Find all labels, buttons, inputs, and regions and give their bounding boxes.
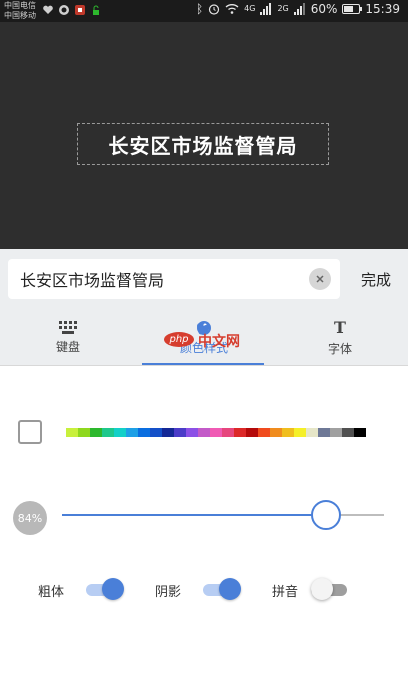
clear-button[interactable] xyxy=(309,268,331,290)
done-button[interactable]: 完成 xyxy=(352,268,400,290)
watermark-badge: php xyxy=(164,332,194,347)
carrier-info: 中国电信 中国移动 xyxy=(4,1,36,21)
toggle-knob xyxy=(102,578,124,600)
color-swatch[interactable] xyxy=(114,428,126,437)
pinyin-toggle[interactable] xyxy=(311,578,351,600)
watermark-text: 中文网 xyxy=(198,334,240,350)
bold-label: 粗体 xyxy=(38,585,65,600)
tab-font[interactable]: T 字体 xyxy=(272,309,408,366)
text-preview-area: 长安区市场监督管局 xyxy=(0,22,408,249)
toggle-knob xyxy=(311,578,333,600)
style-toggles: 粗体 阴影 拼音 xyxy=(0,574,408,604)
heart-rate-icon xyxy=(43,5,53,15)
color-swatch[interactable] xyxy=(306,428,318,437)
color-swatch[interactable] xyxy=(186,428,198,437)
color-swatch[interactable] xyxy=(246,428,258,437)
active-tab-indicator xyxy=(142,363,264,365)
text-input[interactable]: 长安区市场监督管局 xyxy=(8,259,340,299)
watermark-logo: php 中文网 xyxy=(164,322,248,350)
color-swatch[interactable] xyxy=(102,428,114,437)
tab-keyboard[interactable]: 键盘 xyxy=(0,309,136,366)
text-input-row: 长安区市场监督管局 完成 xyxy=(0,249,408,309)
color-swatch[interactable] xyxy=(126,428,138,437)
carrier-1: 中国电信 xyxy=(4,1,36,10)
battery-icon xyxy=(342,4,363,14)
color-swatch[interactable] xyxy=(162,428,174,437)
color-swatch[interactable] xyxy=(282,428,294,437)
tab-label: 键盘 xyxy=(55,339,80,354)
shadow-label: 阴影 xyxy=(155,585,182,600)
color-swatch[interactable] xyxy=(342,428,354,437)
color-swatch[interactable] xyxy=(198,428,210,437)
color-swatch[interactable] xyxy=(90,428,102,437)
color-swatch[interactable] xyxy=(258,428,270,437)
keyboard-icon xyxy=(59,320,77,334)
color-swatch[interactable] xyxy=(222,428,234,437)
color-swatch[interactable] xyxy=(234,428,246,437)
opacity-badge: 84% xyxy=(13,501,47,535)
opacity-slider-fill xyxy=(62,514,312,516)
clock: 15:39 xyxy=(365,2,400,16)
status-right: ᛒ 4G 2G 60% 15:39 xyxy=(196,2,400,16)
battery-percent: 60% xyxy=(310,2,338,16)
color-swatch[interactable] xyxy=(318,428,330,437)
color-swatch[interactable] xyxy=(294,428,306,437)
color-swatch[interactable] xyxy=(150,428,162,437)
battery-fill xyxy=(344,6,354,12)
signal-icon xyxy=(260,3,272,15)
app-badge-icon xyxy=(75,5,85,15)
color-swatch[interactable] xyxy=(66,428,78,437)
bluetooth-icon: ᛒ xyxy=(195,2,204,16)
network-type-2: 2G xyxy=(277,4,289,13)
color-swatch[interactable] xyxy=(330,428,342,437)
signal-icon xyxy=(293,3,305,15)
color-swatch[interactable] xyxy=(354,428,366,437)
carrier-2: 中国移动 xyxy=(4,11,36,20)
opacity-slider-thumb[interactable] xyxy=(311,500,341,530)
preview-text-box[interactable]: 长安区市场监督管局 xyxy=(77,123,329,165)
lock-icon xyxy=(93,5,99,15)
font-icon: T xyxy=(334,317,346,337)
color-swatch[interactable] xyxy=(78,428,90,437)
status-bar: 中国电信 中国移动 ᛒ 4G 2G 60% 15:39 xyxy=(0,0,408,22)
color-swatch[interactable] xyxy=(270,428,282,437)
close-icon xyxy=(316,275,324,283)
bold-toggle[interactable] xyxy=(86,578,126,600)
app-notification-icon xyxy=(59,5,69,15)
toggle-knob xyxy=(219,578,241,600)
color-palette xyxy=(66,428,366,437)
notification-icons xyxy=(42,4,102,16)
pinyin-label: 拼音 xyxy=(272,585,299,600)
network-type-1: 4G xyxy=(244,4,256,13)
color-enable-checkbox[interactable] xyxy=(18,420,42,444)
color-swatch[interactable] xyxy=(210,428,222,437)
color-swatch[interactable] xyxy=(174,428,186,437)
color-swatch[interactable] xyxy=(138,428,150,437)
wifi-icon xyxy=(225,4,239,14)
alarm-icon xyxy=(209,4,220,15)
tab-label: 字体 xyxy=(327,341,352,356)
shadow-toggle[interactable] xyxy=(203,578,243,600)
